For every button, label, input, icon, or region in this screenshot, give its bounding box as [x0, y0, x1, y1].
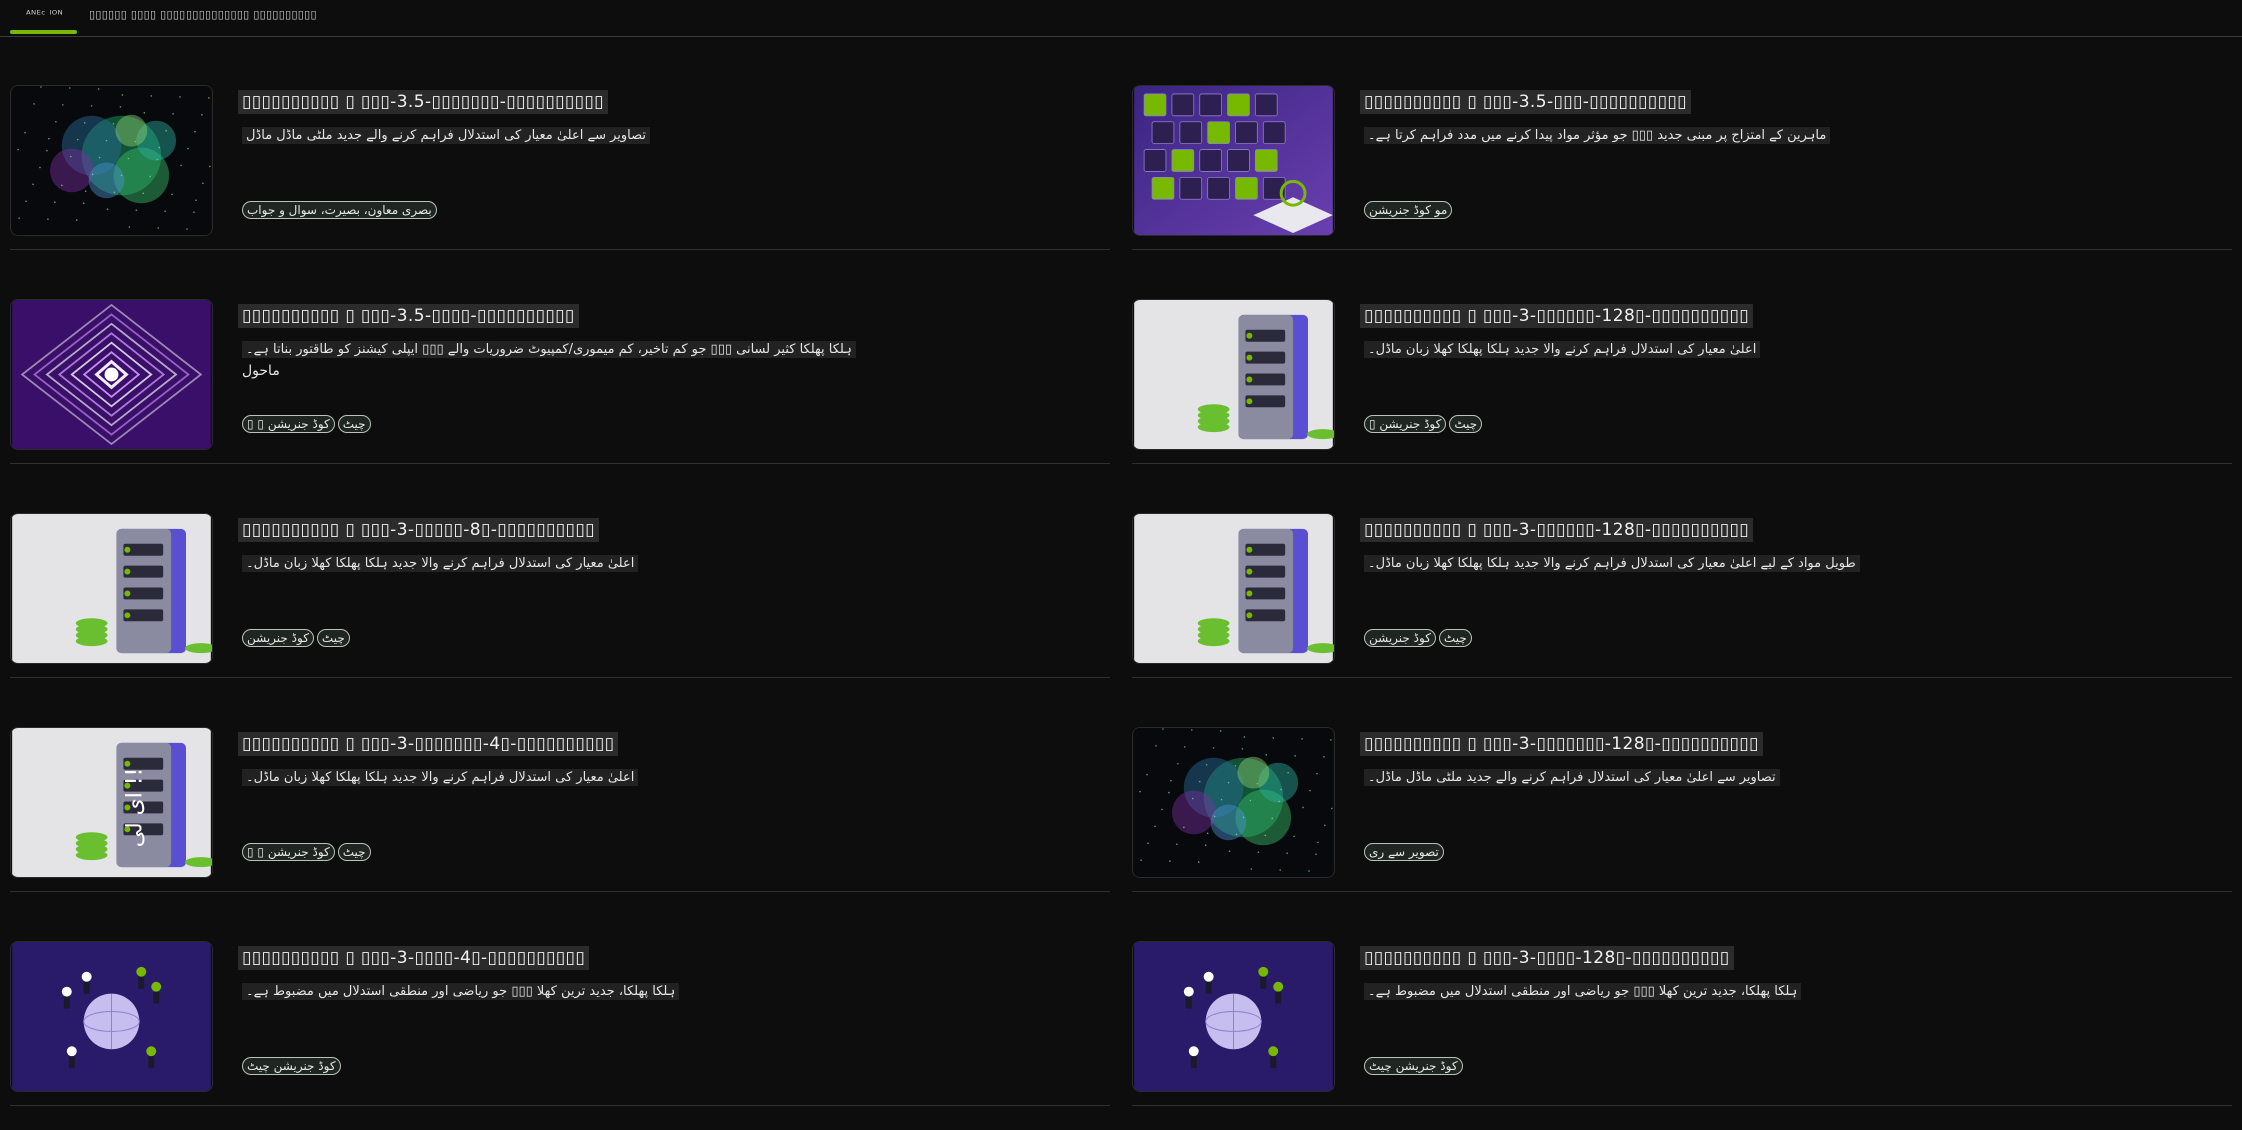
model-card[interactable]: ▯▯▯▯▯▯▯▯▯▯ ▯ ▯▯▯-3.5-▯▯▯▯▯▯▯-▯▯▯▯▯▯▯▯▯▯ ت… [10, 35, 1110, 250]
model-card[interactable]: ▯▯▯▯▯▯▯▯▯▯ ▯ ▯▯▯-3-▯▯▯▯-128▯-▯▯▯▯▯▯▯▯▯▯ ہ… [1132, 891, 2232, 1106]
model-description: اعلیٰ معیار کی استدلال فراہم کرنے والا ج… [242, 769, 639, 786]
model-card[interactable]: ای لی !! ▯▯▯▯▯▯▯▯▯▯ ▯ ▯▯▯-3-▯▯▯▯▯▯▯-4▯-▯▯… [10, 677, 1110, 892]
tag-pill[interactable]: بصری معاون، بصیرت، سوال و جواب [242, 201, 437, 219]
tag-pill[interactable]: چیٹ [337, 415, 371, 433]
model-tags: بصری معاون، بصیرت، سوال و جواب [242, 201, 437, 219]
tag-pill[interactable]: چیٹ [337, 843, 371, 861]
model-description: ہلکا پھلکا کثیر لسانی ▯▯▯ جو کم تاخیر، ک… [242, 341, 856, 358]
model-card[interactable]: ▯▯▯▯▯▯▯▯▯▯ ▯ ▯▯▯-3-▯▯▯▯▯▯▯-128▯-▯▯▯▯▯▯▯▯… [1132, 677, 2232, 892]
tag-pill[interactable]: تصویر سے ری [1364, 843, 1444, 861]
model-title[interactable]: ▯▯▯▯▯▯▯▯▯▯ ▯ ▯▯▯-3-▯▯▯▯-128▯-▯▯▯▯▯▯▯▯▯▯ [1360, 946, 1734, 970]
model-title[interactable]: ▯▯▯▯▯▯▯▯▯▯ ▯ ▯▯▯-3-▯▯▯▯▯▯▯-4▯-▯▯▯▯▯▯▯▯▯▯ [238, 732, 619, 756]
tab-0[interactable]: ᴬᴺᴱᶜ ᴵᴼᴺ [10, 8, 77, 34]
model-card[interactable]: ▯▯▯▯▯▯▯▯▯▯ ▯ ▯▯▯-3-▯▯▯▯▯-8▯-▯▯▯▯▯▯▯▯▯▯ اع… [10, 463, 1110, 678]
tag-pill[interactable]: کوڈ جنریشن [1364, 629, 1436, 647]
model-title[interactable]: ▯▯▯▯▯▯▯▯▯▯ ▯ ▯▯▯-3-▯▯▯▯-4▯-▯▯▯▯▯▯▯▯▯▯ [238, 946, 590, 970]
tag-pill[interactable]: کوڈ جنریشن [242, 629, 314, 647]
model-description: اعلیٰ معیار کی استدلال فراہم کرنے والا ج… [1364, 341, 1761, 358]
tag-pill[interactable]: چیٹ [316, 629, 350, 647]
model-tags: کوڈ جنریشن ▯ ▯ چیٹ [242, 415, 371, 433]
model-title[interactable]: ▯▯▯▯▯▯▯▯▯▯ ▯ ▯▯▯-3.5-▯▯▯▯-▯▯▯▯▯▯▯▯▯▯ [238, 304, 579, 328]
tab-1[interactable]: ▯▯▯▯▯▯ ▯▯▯▯ ▯▯▯▯ [89, 8, 186, 28]
model-tags: کوڈ جنریشن چیٹ [1364, 1057, 1463, 1075]
model-description: ہلکا پھلکا، جدید ترین کھلا ▯▯▯ جو ریاضی … [1364, 983, 1802, 1000]
model-thumbnail[interactable]: ای لی !! [10, 727, 213, 878]
model-description: اعلیٰ معیار کی استدلال فراہم کرنے والا ج… [242, 555, 639, 572]
tag-pill[interactable]: کوڈ جنریشن ▯ ▯ [242, 843, 335, 861]
model-thumbnail[interactable] [1132, 85, 1335, 236]
model-card[interactable]: ▯▯▯▯▯▯▯▯▯▯ ▯ ▯▯▯-3-▯▯▯▯-4▯-▯▯▯▯▯▯▯▯▯▯ ہلک… [10, 891, 1110, 1106]
model-thumbnail[interactable] [10, 513, 213, 664]
model-title[interactable]: ▯▯▯▯▯▯▯▯▯▯ ▯ ▯▯▯-3.5-▯▯▯-▯▯▯▯▯▯▯▯▯▯ [1360, 90, 1691, 114]
model-description: ماہرین کے امتزاج پر مبنی جدید ▯▯▯ جو مؤث… [1364, 127, 1831, 144]
svg-text:ای لی !!: ای لی !! [122, 768, 147, 847]
model-thumbnail[interactable] [1132, 727, 1335, 878]
model-title[interactable]: ▯▯▯▯▯▯▯▯▯▯ ▯ ▯▯▯-3-▯▯▯▯▯-8▯-▯▯▯▯▯▯▯▯▯▯ [238, 518, 599, 542]
model-title[interactable]: ▯▯▯▯▯▯▯▯▯▯ ▯ ▯▯▯-3-▯▯▯▯▯▯▯-128▯-▯▯▯▯▯▯▯▯… [1360, 732, 1763, 756]
tag-pill[interactable]: چیٹ [1438, 629, 1472, 647]
model-card[interactable]: ▯▯▯▯▯▯▯▯▯▯ ▯ ▯▯▯-3.5-▯▯▯▯-▯▯▯▯▯▯▯▯▯▯ ہلکا… [10, 249, 1110, 464]
model-thumbnail[interactable] [1132, 513, 1335, 664]
model-thumbnail[interactable] [10, 299, 213, 450]
model-thumbnail[interactable] [10, 941, 213, 1092]
tag-pill[interactable]: کوڈ جنریشن ▯ [1364, 415, 1447, 433]
model-card[interactable]: ▯▯▯▯▯▯▯▯▯▯ ▯ ▯▯▯-3-▯▯▯▯▯▯-128▯-▯▯▯▯▯▯▯▯▯… [1132, 463, 2232, 678]
tag-pill[interactable]: کوڈ جنریشن چیٹ [242, 1057, 341, 1075]
tab-bar: ᴬᴺᴱᶜ ᴵᴼᴺ ▯▯▯▯▯▯ ▯▯▯▯ ▯▯▯▯ ▯▯▯▯▯▯▯▯▯▯ ▯▯▯… [0, 0, 2242, 37]
model-thumbnail[interactable] [10, 85, 213, 236]
tab-2[interactable]: ▯▯▯▯▯▯▯▯▯▯ ▯▯▯▯▯▯▯▯▯▯ [186, 8, 317, 28]
model-tags: کوڈ جنریشن ▯ ▯ چیٹ [242, 843, 371, 861]
model-title[interactable]: ▯▯▯▯▯▯▯▯▯▯ ▯ ▯▯▯-3-▯▯▯▯▯▯-128▯-▯▯▯▯▯▯▯▯▯… [1360, 304, 1754, 328]
model-title[interactable]: ▯▯▯▯▯▯▯▯▯▯ ▯ ▯▯▯-3.5-▯▯▯▯▯▯▯-▯▯▯▯▯▯▯▯▯▯ [238, 90, 608, 114]
model-tags: کوڈ جنریشن چیٹ [242, 1057, 341, 1075]
tag-pill[interactable]: کوڈ جنریشن چیٹ [1364, 1057, 1463, 1075]
model-thumbnail[interactable] [1132, 941, 1335, 1092]
model-tags: تصویر سے ری [1364, 843, 1444, 861]
tag-pill[interactable]: چیٹ [1449, 415, 1483, 433]
model-description: طویل مواد کے لیے اعلیٰ معیار کی استدلال … [1364, 555, 1860, 572]
model-tags: کوڈ جنریشن چیٹ [1364, 629, 1472, 647]
model-description-continued: ماحول [242, 363, 280, 379]
model-title[interactable]: ▯▯▯▯▯▯▯▯▯▯ ▯ ▯▯▯-3-▯▯▯▯▯▯-128▯-▯▯▯▯▯▯▯▯▯… [1360, 518, 1754, 542]
model-card[interactable]: ▯▯▯▯▯▯▯▯▯▯ ▯ ▯▯▯-3.5-▯▯▯-▯▯▯▯▯▯▯▯▯▯ ماہری… [1132, 35, 2232, 250]
model-description: تصاویر سے اعلیٰ معیار کی استدلال فراہم ک… [242, 127, 651, 144]
model-tags: کوڈ جنریشن چیٹ [242, 629, 350, 647]
model-thumbnail[interactable] [1132, 299, 1335, 450]
model-description: ہلکا پھلکا، جدید ترین کھلا ▯▯▯ جو ریاضی … [242, 983, 680, 1000]
tag-pill[interactable]: مو کوڈ جنریشن [1364, 201, 1453, 219]
model-card[interactable]: ▯▯▯▯▯▯▯▯▯▯ ▯ ▯▯▯-3-▯▯▯▯▯▯-128▯-▯▯▯▯▯▯▯▯▯… [1132, 249, 2232, 464]
model-tags: کوڈ جنریشن ▯ چیٹ [1364, 415, 1483, 433]
model-description: تصاویر سے اعلیٰ معیار کی استدلال فراہم ک… [1364, 769, 1780, 786]
tag-pill[interactable]: کوڈ جنریشن ▯ ▯ [242, 415, 335, 433]
model-tags: مو کوڈ جنریشن [1364, 201, 1453, 219]
